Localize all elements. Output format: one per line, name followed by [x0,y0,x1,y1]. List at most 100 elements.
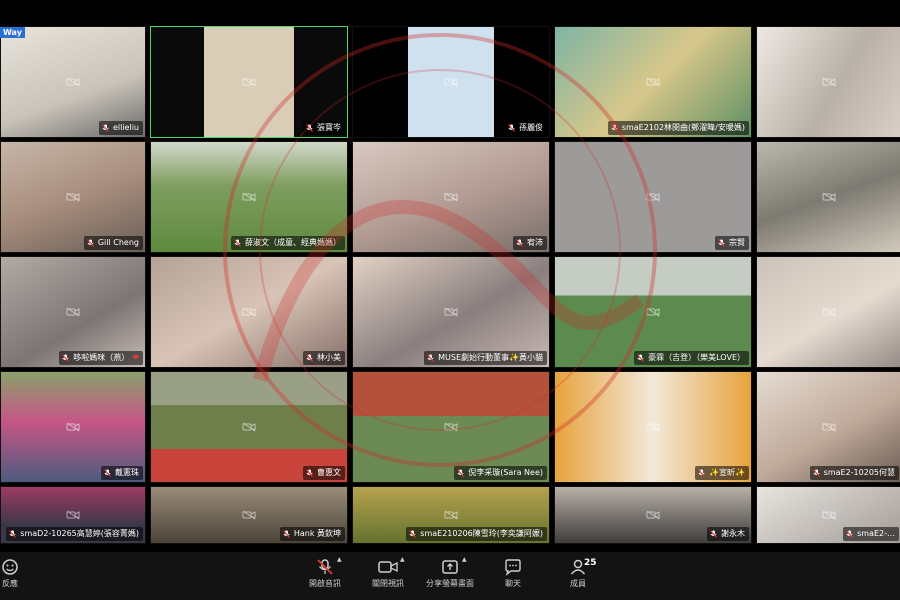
participant-tile[interactable]: 宥沛 [352,141,550,253]
participant-name-badge: 林小美 [303,351,345,365]
share-screen-button[interactable]: 分享螢幕畫面 [418,558,482,598]
microphone-muted-icon [306,354,313,362]
top-badge: Way [0,27,25,38]
participant-name-badge: 張寶岑 [303,121,345,135]
video-label: 關閉視訊 [372,579,404,588]
participant-name: 薛淑文（成童、經典媽媽） [245,238,341,247]
video-off-icon [646,192,660,202]
participant-tile[interactable] [756,26,900,138]
video-off-icon [444,422,458,432]
participant-tile[interactable]: 張寶岑 [150,26,348,138]
participant-name: Gill Cheng [97,238,139,247]
microphone-muted-icon [427,354,435,362]
participant-tile[interactable]: Gill Cheng [0,141,146,253]
participant-name-badge: smaE2-… [843,527,899,541]
participant-tile[interactable]: 宗賢 [554,141,752,253]
chat-bubble-icon [505,559,521,576]
participants-button[interactable]: 25 成員 [546,558,610,598]
microphone-muted-icon [104,469,111,477]
video-off-icon [242,422,256,432]
participant-name-badge: 戴憲珠 [101,466,143,480]
participant-name: smaE2-… [857,529,895,538]
participant-tile[interactable]: smaD2-10265高慧婷(張容菁媽) [0,486,146,544]
video-off-icon [646,422,660,432]
participant-name: MUSE劇始行動董事✨黃小貓 [438,353,543,362]
participant-tile[interactable]: ✨宣昕✨ [554,371,752,483]
participant-tile[interactable]: ellieliu [0,26,146,138]
participant-name: 豪霖（吉登）（樂美LOVE） [648,353,745,362]
chat-button[interactable]: 聊天 [481,558,545,598]
chevron-up-icon[interactable]: ▲ [462,556,467,563]
participant-name-badge: 宗賢 [715,236,749,250]
microphone-muted-icon [306,469,313,477]
participant-name-badge: 曹惠文 [303,466,345,480]
participant-name-badge: ✨宣昕✨ [695,466,749,480]
video-off-icon [242,510,256,520]
participant-tile[interactable]: smaE2-… [756,486,900,544]
video-off-icon [444,510,458,520]
participant-name-badge: 豪霖（吉登）（樂美LOVE） [634,351,749,365]
video-off-icon [66,192,80,202]
participant-name: 曹惠文 [317,468,341,477]
video-off-icon [822,510,836,520]
participant-tile[interactable]: Hank 黃欽坤 [150,486,348,544]
participant-tile[interactable]: 哆啦媽咪（燕） ❤ [0,256,146,368]
participant-name: ellieliu [112,123,139,132]
reactions-button[interactable]: 反應 [0,558,42,598]
video-off-icon [822,422,836,432]
participant-name-badge: 哆啦媽咪（燕） ❤ [59,351,143,365]
microphone-muted-icon [610,124,618,132]
participant-tile[interactable]: smaE2102林閔曲(鄭濯暐/安暖媽) [554,26,752,138]
participant-name-badge: 薛淑文（成童、經典媽媽） [231,236,345,250]
microphone-muted-icon [846,530,853,538]
participant-name: smaE2102林閔曲(鄭濯暐/安暖媽) [621,123,745,132]
chevron-up-icon[interactable]: ▲ [400,556,405,563]
participant-name-badge: smaE210206陳雪玲(李奕謙阿嬤) [406,527,547,541]
participant-tile[interactable]: smaE210206陳雪玲(李奕謙阿嬤) [352,486,550,544]
participant-tile[interactable]: smaE2-10205何慧 [756,371,900,483]
participant-name: 張寶岑 [317,123,341,132]
participant-tile[interactable]: 豪霖（吉登）（樂美LOVE） [554,256,752,368]
smiley-icon [2,559,18,575]
video-camera-icon [378,561,398,573]
microphone-muted-icon [508,124,515,132]
participant-tile[interactable]: 謝永木 [554,486,752,544]
participant-name-badge: ellieliu [98,121,143,135]
video-button[interactable]: 關閉視訊 [356,558,420,598]
participant-tile[interactable]: 林小美 [150,256,348,368]
meeting-toolbar: 反應 開啟音訊 ▲ 關閉視訊 ▲ 分享螢幕畫面 ▲ 聊天 25 成員 [0,552,900,600]
video-off-icon [66,307,80,317]
heart-icon: ❤ [132,353,139,362]
video-grid: ellieliu 張寶岑 孫麗俊 smaE2102林閔曲(鄭濯暐/安暖媽) Gill C… [0,26,900,552]
mute-label: 開啟音訊 [309,579,341,588]
video-off-icon [822,307,836,317]
video-off-icon [66,510,80,520]
microphone-muted-icon [86,239,94,247]
participant-name: ✨宣昕✨ [709,468,745,477]
participant-tile[interactable]: 戴憲珠 [0,371,146,483]
participant-tile[interactable]: MUSE劇始行動董事✨黃小貓 [352,256,550,368]
participant-tile[interactable] [756,256,900,368]
participant-tile[interactable]: 薛淑文（成童、經典媽媽） [150,141,348,253]
video-off-icon [646,77,660,87]
video-off-icon [822,192,836,202]
microphone-muted-icon [282,530,290,538]
video-off-icon [444,77,458,87]
microphone-muted-icon [457,469,465,477]
microphone-muted-icon [812,469,820,477]
participant-name-badge: 宥沛 [513,236,547,250]
video-off-icon [822,77,836,87]
participant-tile[interactable] [756,141,900,253]
share-screen-icon [442,560,458,574]
participant-tile[interactable]: 曹惠文 [150,371,348,483]
chevron-up-icon[interactable]: ▲ [337,556,342,563]
participant-tile[interactable]: 倪李采璇(Sara Nee) [352,371,550,483]
chat-label: 聊天 [505,579,521,588]
microphone-muted-icon [9,530,17,538]
participant-name: 林小美 [317,353,341,362]
video-off-icon [242,307,256,317]
participant-tile[interactable]: 孫麗俊 [352,26,550,138]
participant-name-badge: 孫麗俊 [505,121,547,135]
mute-button[interactable]: 開啟音訊 [293,558,357,598]
participant-name: 宥沛 [527,238,543,247]
